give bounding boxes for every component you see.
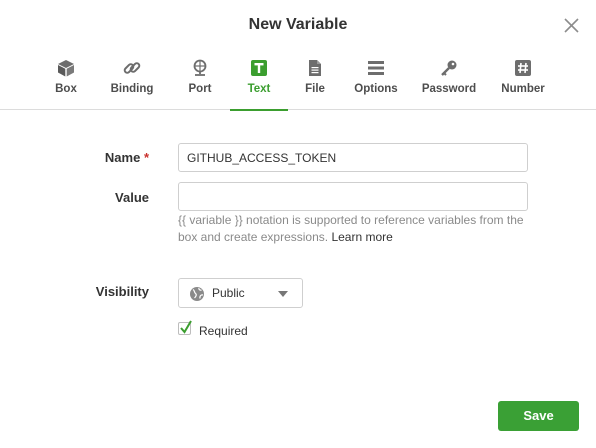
file-icon: [305, 58, 325, 78]
tab-text[interactable]: Text: [230, 52, 288, 111]
box-icon: [56, 58, 76, 78]
list-icon: [366, 58, 386, 78]
value-label: Value: [115, 190, 149, 205]
close-icon[interactable]: [563, 17, 580, 34]
visibility-value: Public: [212, 286, 245, 300]
name-label-text: Name: [104, 150, 141, 165]
required-checkbox[interactable]: [178, 320, 192, 335]
hash-icon: [513, 58, 533, 78]
tab-label: Number: [501, 83, 545, 95]
tab-label: Password: [421, 83, 477, 95]
tab-box[interactable]: Box: [46, 52, 86, 110]
key-icon: [439, 58, 459, 78]
tab-label: Options: [354, 83, 398, 95]
tab-label: Binding: [110, 83, 154, 95]
required-marker: *: [143, 150, 149, 165]
port-icon: [190, 58, 210, 78]
value-input[interactable]: [178, 182, 528, 211]
tab-number[interactable]: Number: [496, 52, 550, 110]
required-label: Required: [199, 324, 248, 338]
name-input[interactable]: [178, 143, 528, 172]
tab-options[interactable]: Options: [350, 52, 402, 110]
tab-port[interactable]: Port: [180, 52, 220, 110]
text-icon: [249, 58, 269, 78]
variable-type-tabs: Box Binding Port Text File Options Passw…: [0, 52, 596, 111]
tab-binding[interactable]: Binding: [106, 52, 158, 110]
tab-label: Text: [247, 83, 271, 95]
tab-label: Box: [55, 83, 77, 95]
save-button[interactable]: Save: [498, 401, 579, 431]
tab-label: File: [305, 83, 325, 95]
globe-icon: [189, 286, 205, 302]
chevron-down-icon: [278, 291, 288, 297]
value-help-text: {{ variable }} notation is supported to …: [178, 212, 538, 246]
tab-label: Port: [188, 83, 212, 95]
tab-password[interactable]: Password: [419, 52, 479, 110]
name-label: Name *: [0, 150, 149, 165]
dialog-title: New Variable: [248, 16, 348, 33]
tab-file[interactable]: File: [296, 52, 334, 110]
learn-more-link[interactable]: Learn more: [331, 230, 392, 244]
visibility-select[interactable]: Public: [178, 278, 303, 308]
link-icon: [122, 58, 142, 78]
new-variable-dialog: New Variable Box Binding Port Text File …: [0, 0, 596, 448]
checkmark-icon: [180, 320, 192, 334]
visibility-label: Visibility: [95, 284, 149, 299]
